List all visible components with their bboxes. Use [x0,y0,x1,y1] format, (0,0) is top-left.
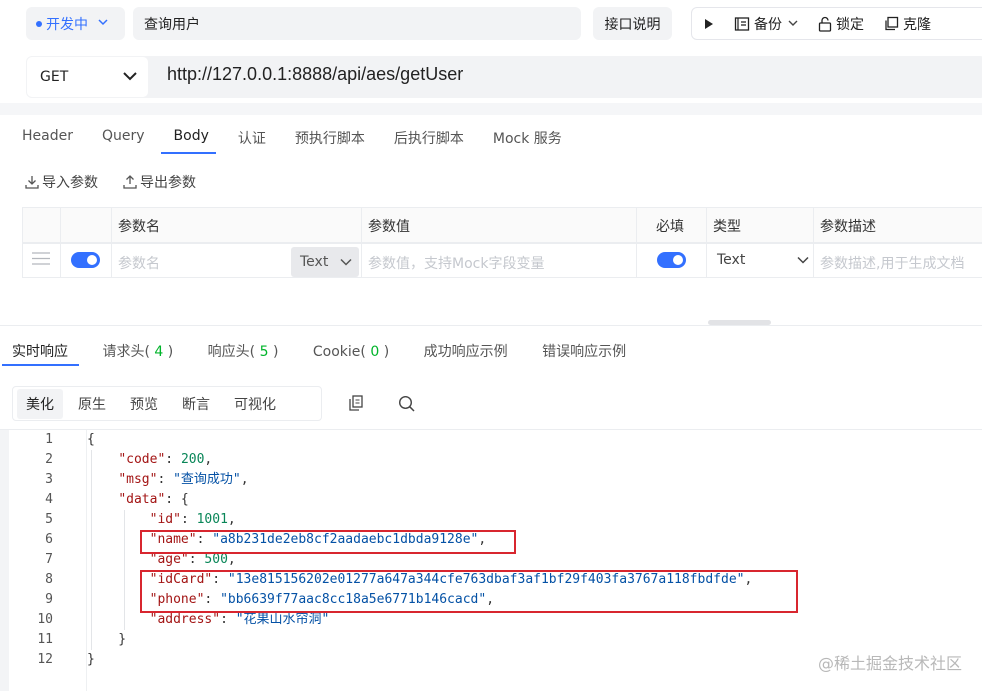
section-divider [0,103,982,115]
chevron-down-icon [98,18,108,29]
format-raw[interactable]: 原生 [69,389,115,419]
play-icon [705,18,713,29]
lock-button[interactable]: 锁定 [818,14,864,34]
api-doc-button[interactable]: 接口说明 [593,7,672,40]
highlight-box-name [140,530,516,554]
method-label: GET [40,69,69,85]
tab-realtime-response[interactable]: 实时响应 [12,344,68,360]
param-type-label: Text [717,252,746,268]
response-tabs: 实时响应 请求头( 4 ) 响应头( 5 ) Cookie( 0 ) 成功响应示… [12,341,626,361]
param-value-input[interactable]: 参数值，支持Mock字段变量 [368,253,544,273]
header-type: 类型 [713,219,741,235]
format-preview[interactable]: 预览 [121,389,167,419]
code-line: 11 } [37,632,127,647]
clone-label: 克隆 [903,16,931,33]
backup-label: 备份 [754,16,782,33]
import-params-button[interactable]: 导入参数 [25,172,98,192]
param-name-input[interactable]: 参数名 [118,253,160,273]
watermark: @稀土掘金技术社区 [817,654,962,673]
backup-button[interactable]: 备份 [734,14,782,34]
tab-pre-script[interactable]: 预执行脚本 [295,128,365,148]
export-icon [123,175,137,189]
param-type-select[interactable]: Text [717,252,809,268]
format-visualize[interactable]: 可视化 [225,389,285,419]
chevron-down-icon [122,69,138,85]
param-description-input[interactable]: 参数描述,用于生成文档 [820,253,964,273]
param-name-type-select[interactable]: Text [291,247,359,277]
env-label: 开发中 [46,16,88,33]
lock-icon [818,16,832,32]
code-line: 5 "id": 1001, [45,512,236,527]
lock-label: 锁定 [836,16,864,33]
clone-button[interactable]: 克隆 [884,14,931,34]
params-table: 参数名 参数值 必填 类型 参数描述 参数名 Text 参数值，支持Mock字段… [22,207,982,278]
tab-response-headers[interactable]: 响应头( 5 ) [208,344,279,360]
format-assert[interactable]: 断言 [173,389,219,419]
export-label: 导出参数 [140,175,196,191]
format-pretty[interactable]: 美化 [17,388,63,419]
active-tab-indicator [2,364,79,366]
backup-icon [734,16,750,31]
section-divider [0,325,982,326]
clone-icon [885,16,899,31]
code-line: 10 "address": "花果山水帘洞" [37,612,330,627]
tab-mock[interactable]: Mock 服务 [493,128,562,148]
environment-select[interactable]: 开发中 [26,7,125,40]
request-tabs: Header Query Body 认证 预执行脚本 后执行脚本 Mock 服务 [22,128,562,148]
param-enabled-toggle[interactable] [71,252,100,268]
http-method-select[interactable]: GET [27,57,148,97]
tab-query[interactable]: Query [102,128,145,148]
code-line: 1{ [45,432,95,447]
run-button[interactable] [704,18,714,30]
tab-cookie[interactable]: Cookie( 0 ) [313,344,389,360]
url-input[interactable]: http://127.0.0.1:8888/api/aes/getUser [167,64,463,85]
header-param-name: 参数名 [118,219,160,235]
tab-request-headers[interactable]: 请求头( 4 ) [102,344,173,360]
param-actions: 导入参数 导出参数 [25,172,196,192]
copy-icon[interactable] [348,395,364,416]
search-icon[interactable] [398,395,415,416]
header-required: 必填 [656,219,684,235]
tab-error-example[interactable]: 错误响应示例 [542,344,626,360]
action-button-group: 备份 锁定 克隆 [691,7,982,40]
param-required-toggle[interactable] [657,252,686,268]
code-line: 4 "data": { [45,492,189,507]
tab-success-example[interactable]: 成功响应示例 [424,344,508,360]
header-description: 参数描述 [820,219,876,235]
export-params-button[interactable]: 导出参数 [123,172,196,192]
format-tabs: 美化 原生 预览 断言 可视化 [12,386,322,421]
header-param-value: 参数值 [368,219,410,235]
api-name-input[interactable]: 查询用户 [133,7,581,40]
code-line: 3 "msg": "查询成功", [45,472,249,487]
env-status-dot [36,20,42,27]
import-label: 导入参数 [42,175,98,191]
tab-auth[interactable]: 认证 [238,128,266,148]
chevron-down-icon [788,20,798,26]
tab-body[interactable]: Body [174,128,209,148]
chevron-down-icon [797,256,809,264]
drag-handle-icon[interactable] [32,252,50,269]
chevron-down-icon [340,258,352,266]
param-name-type-label: Text [300,254,329,270]
response-json-viewer[interactable]: 1{ 2 "code": 200, 3 "msg": "查询成功", 4 "da… [0,430,982,670]
backup-dropdown[interactable] [788,20,798,27]
tab-header[interactable]: Header [22,128,73,148]
active-tab-indicator [161,152,216,154]
import-icon [25,176,39,189]
tab-post-script[interactable]: 后执行脚本 [394,128,464,148]
code-line: 2 "code": 200, [45,452,213,467]
highlight-box-idcard-phone [140,570,798,613]
